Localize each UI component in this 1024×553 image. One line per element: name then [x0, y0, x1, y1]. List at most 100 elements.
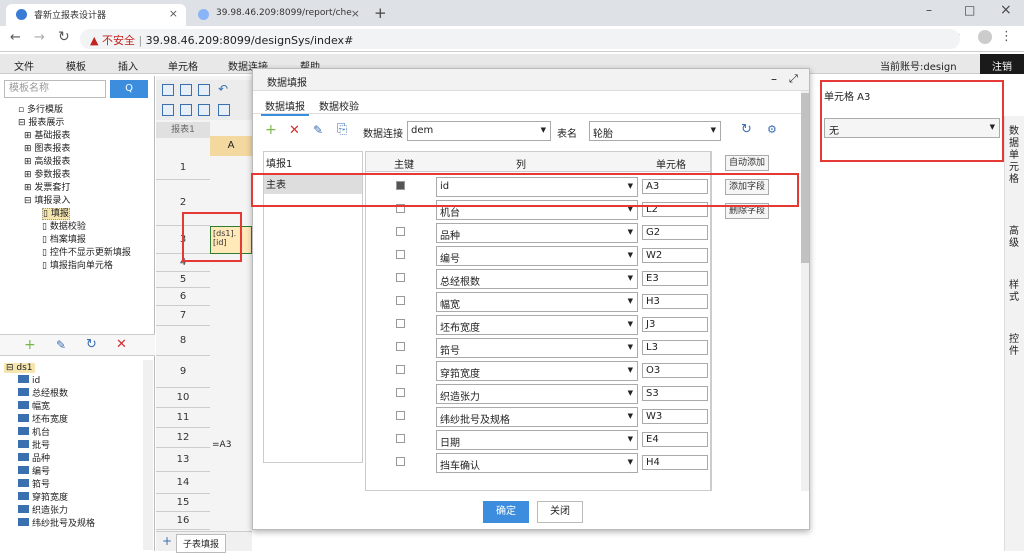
primary-key-checkbox[interactable]	[396, 227, 405, 236]
tree-item[interactable]: ▯ 控件不显示更新填报	[6, 247, 152, 260]
row-number[interactable]: 16	[156, 512, 210, 530]
back-icon[interactable]: ←	[10, 30, 21, 45]
toolbar-icon[interactable]	[162, 84, 174, 96]
tree-item[interactable]: ⊞ 高级报表	[6, 156, 152, 169]
row-number[interactable]: 12	[156, 428, 210, 448]
dataset-root[interactable]: ⊟ ds1	[4, 362, 144, 375]
add-sheet-icon[interactable]: +	[162, 534, 172, 548]
primary-key-checkbox[interactable]	[396, 296, 405, 305]
dataset-field[interactable]: 穿筘宽度	[4, 492, 144, 505]
cell-input[interactable]: E4	[642, 432, 708, 447]
column-select[interactable]: 穿筘宽度 ▼	[436, 361, 638, 381]
cell-input[interactable]: H3	[642, 294, 708, 309]
column-select[interactable]: 品种 ▼	[436, 223, 638, 243]
row-number[interactable]: 6	[156, 288, 210, 306]
vtab-data-cell[interactable]: 数据单元格	[1009, 126, 1021, 186]
primary-key-checkbox[interactable]	[396, 434, 405, 443]
reload-icon[interactable]: ↻	[58, 29, 70, 45]
entry-item[interactable]: 填报1	[264, 152, 362, 173]
column-select[interactable]: 坯布宽度 ▼	[436, 315, 638, 335]
cell-a13[interactable]: =A3	[212, 440, 231, 450]
close-tab-icon[interactable]: ×	[169, 7, 178, 20]
forward-icon[interactable]: →	[34, 30, 45, 45]
row-number[interactable]: 7	[156, 306, 210, 326]
add-icon[interactable]: +	[24, 337, 36, 353]
menu-icon[interactable]: ⋮	[1000, 29, 1013, 44]
save-icon[interactable]	[198, 84, 210, 96]
primary-key-checkbox[interactable]	[396, 388, 405, 397]
menu-insert[interactable]: 插入	[118, 58, 138, 73]
column-select[interactable]: 幅宽 ▼	[436, 292, 638, 312]
row-number[interactable]: 13	[156, 448, 210, 472]
cell-input[interactable]: W2	[642, 248, 708, 263]
cell-input[interactable]: S3	[642, 386, 708, 401]
connection-select[interactable]: dem ▼	[407, 121, 551, 141]
dataset-field[interactable]: 批号	[4, 440, 144, 453]
maximize-button[interactable]: □	[964, 3, 975, 17]
browser-tab[interactable]: 39.98.46.209:8099/report/che ×	[188, 4, 368, 26]
tree-item[interactable]: ▯ 数据校验	[6, 221, 152, 234]
dataset-field[interactable]: 纬纱批号及规格	[4, 518, 144, 531]
menu-file[interactable]: 文件	[14, 58, 34, 73]
search-button[interactable]: Q	[110, 80, 148, 98]
primary-key-checkbox[interactable]	[396, 365, 405, 374]
cell-input[interactable]: W3	[642, 409, 708, 424]
column-select[interactable]: 筘号 ▼	[436, 338, 638, 358]
dialog-scrollbar[interactable]	[801, 91, 809, 491]
dataset-field[interactable]: 机台	[4, 427, 144, 440]
tree-item[interactable]: ⊞ 发票套打	[6, 182, 152, 195]
primary-key-checkbox[interactable]	[396, 342, 405, 351]
tree-item[interactable]: ⊟ 填报录入	[6, 195, 152, 208]
row-number[interactable]: 9	[156, 356, 210, 388]
dataset-field[interactable]: 坯布宽度	[4, 414, 144, 427]
dataset-field[interactable]: 编号	[4, 466, 144, 479]
cell-input[interactable]: E3	[642, 271, 708, 286]
dataset-field[interactable]: 幅宽	[4, 401, 144, 414]
column-select[interactable]: 编号 ▼	[436, 246, 638, 266]
vtab-style[interactable]: 样式	[1009, 280, 1021, 304]
toolbar-icon[interactable]	[218, 104, 230, 116]
tree-item-selected[interactable]: ▯ 填报	[6, 208, 152, 221]
toolbar-icon[interactable]	[180, 84, 192, 96]
primary-key-checkbox[interactable]	[396, 411, 405, 420]
vtab-advanced[interactable]: 高级	[1009, 226, 1021, 250]
column-select[interactable]: 纬纱批号及规格 ▼	[436, 407, 638, 427]
tree-item[interactable]: ⊞ 参数报表	[6, 169, 152, 182]
copy-icon[interactable]: ⎘	[337, 122, 347, 137]
table-name-select[interactable]: 轮胎 ▼	[589, 121, 721, 141]
primary-key-checkbox[interactable]	[396, 250, 405, 259]
column-select[interactable]: 总经根数 ▼	[436, 269, 638, 289]
ok-button[interactable]: 确定	[483, 501, 529, 523]
column-header-a[interactable]: A	[210, 136, 252, 156]
cell-input[interactable]: L3	[642, 340, 708, 355]
row-number[interactable]: 5	[156, 272, 210, 288]
close-window-button[interactable]: ×	[1000, 2, 1012, 18]
column-select[interactable]: 日期 ▼	[436, 430, 638, 450]
menu-template[interactable]: 模板	[66, 58, 86, 73]
refresh-icon[interactable]: ↻	[86, 337, 97, 352]
dataset-field[interactable]: 总经根数	[4, 388, 144, 401]
column-select[interactable]: 挡车确认 ▼	[436, 453, 638, 473]
tree-item[interactable]: ▯ 档案填报	[6, 234, 152, 247]
dataset-scrollbar[interactable]	[143, 360, 153, 550]
row-number[interactable]: 8	[156, 326, 210, 356]
dataset-field[interactable]: id	[4, 375, 144, 388]
delete-icon[interactable]: ✕	[289, 123, 300, 138]
tree-item[interactable]: ⊟ 报表展示	[6, 117, 152, 130]
minimize-button[interactable]: –	[926, 3, 932, 17]
tree-item[interactable]: ▯ 填报指向单元格	[6, 260, 152, 273]
cell-input[interactable]: H4	[642, 455, 708, 470]
toolbar-icon[interactable]	[162, 104, 174, 116]
toolbar-icon[interactable]	[180, 104, 192, 116]
sheet-tab[interactable]: 子表填报	[176, 534, 227, 553]
cell-input[interactable]: J3	[642, 317, 708, 332]
cell-type-select[interactable]: 无 ▼	[824, 118, 1000, 138]
logout-button[interactable]: 注销	[980, 54, 1024, 74]
minimize-dialog-icon[interactable]: –	[771, 72, 777, 86]
row-number[interactable]: 14	[156, 472, 210, 494]
tab-data-validation[interactable]: 数据校验	[315, 97, 363, 114]
profile-icon[interactable]	[978, 30, 992, 44]
auto-add-button[interactable]: 自动添加	[725, 155, 769, 171]
browser-tab-active[interactable]: 睿新立报表设计器 ×	[6, 4, 186, 26]
row-number[interactable]: 15	[156, 494, 210, 512]
